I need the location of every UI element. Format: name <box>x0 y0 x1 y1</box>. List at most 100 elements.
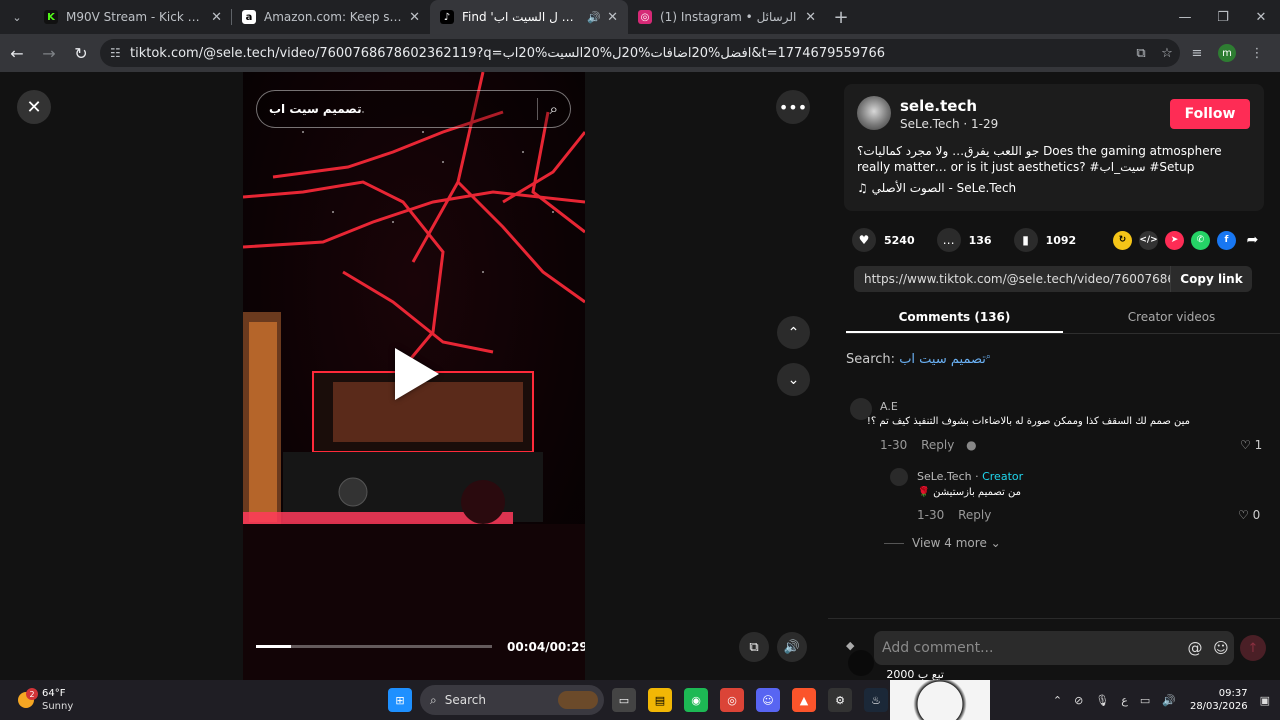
search-keyword[interactable]: تصميم سيت اب <box>899 352 986 367</box>
close-window-icon[interactable]: ✕ <box>1242 0 1280 34</box>
tab-creator-videos[interactable]: Creator videos <box>1063 302 1280 333</box>
speaker-icon[interactable]: 🔊 <box>587 11 601 24</box>
tab-kick[interactable]: K M90V Stream - Kick Dashboard ✕ <box>34 0 232 34</box>
share-row: ↻ </> ➤ ✆ f ➦ <box>1106 230 1262 250</box>
forward-icon[interactable]: → <box>34 38 64 68</box>
video-time: 00:04/00:29 <box>507 640 585 654</box>
comment-author[interactable]: SeLe.Tech · Creator <box>917 470 1023 483</box>
view-more-replies[interactable]: View 4 more ⌄ <box>884 536 1001 550</box>
search-icon[interactable]: ⌕ <box>550 100 558 118</box>
repost-icon[interactable]: ↻ <box>1113 230 1132 250</box>
emoji-icon[interactable]: ☺ <box>1208 639 1234 657</box>
weather-desc: Sunny <box>42 701 74 712</box>
url-text[interactable]: tiktok.com/@sele.tech/video/760076867860… <box>130 46 1128 61</box>
save-button[interactable]: ▮ 1092 <box>1013 228 1076 252</box>
music-link[interactable]: ♫ الصوت الأصلي - SeLe.Tech <box>857 181 1016 195</box>
video-progress-bar[interactable] <box>256 645 492 648</box>
address-bar[interactable]: ☷ tiktok.com/@sele.tech/video/7600768678… <box>100 39 1180 67</box>
bookmark-star-icon[interactable]: ☆ <box>1154 46 1180 61</box>
profile-avatar[interactable]: m <box>1218 44 1236 62</box>
video-progress-fill <box>256 645 292 648</box>
next-video-button[interactable]: ⌄ <box>777 363 810 396</box>
copy-link-button[interactable]: Copy link <box>1170 266 1252 292</box>
video-search-query[interactable]: تصميم سيت اب <box>269 102 537 116</box>
new-tab-button[interactable]: + <box>826 0 856 34</box>
volume-icon[interactable]: 🔊 <box>777 632 807 662</box>
video-player[interactable]: تصميم سيت اب ⌕ 00:04/00:29 <box>243 72 585 680</box>
floating-player-icon[interactable]: ⧉ <box>739 632 769 662</box>
install-app-icon[interactable]: ⧉ <box>1128 46 1154 61</box>
heart-icon: ♥ <box>852 228 876 252</box>
reply-button[interactable]: Reply <box>958 508 991 522</box>
previous-video-button[interactable]: ⌃ <box>777 316 810 349</box>
task-view-icon[interactable]: ▭ <box>612 688 636 712</box>
windows-start-icon[interactable]: ⊞ <box>388 688 412 712</box>
display-icon[interactable]: ▭ <box>1140 694 1150 707</box>
comment-like[interactable]: ♡ 1 <box>1240 438 1262 452</box>
comment-text: مين صمم لك السقف كذا وممكن صورة له بالاض… <box>866 416 1190 427</box>
mention-icon[interactable]: @ <box>1182 639 1208 657</box>
restore-icon[interactable]: ❐ <box>1204 0 1242 34</box>
tab-tiktok[interactable]: ♪ Find 'افضل اضافات ل السيت اب 🔊 ✕ <box>430 0 628 34</box>
liked-by-creator-icon: ● <box>966 438 977 452</box>
reply-button[interactable]: Reply <box>921 438 954 452</box>
tab-strip: ⌄ K M90V Stream - Kick Dashboard ✕ a Ama… <box>0 0 1280 34</box>
notification-icon[interactable]: ▣ <box>1260 694 1270 707</box>
back-icon[interactable]: ← <box>2 38 32 68</box>
avatar[interactable] <box>890 468 908 486</box>
follow-button[interactable]: Follow <box>1170 99 1250 129</box>
whatsapp-icon[interactable]: ✆ <box>1191 230 1210 250</box>
post-comment-button[interactable]: ↑ <box>1240 635 1266 661</box>
facebook-icon[interactable]: f <box>1217 230 1236 250</box>
send-icon[interactable]: ➤ <box>1165 230 1184 250</box>
comment-placeholder[interactable]: Add comment... <box>882 640 1182 656</box>
close-icon[interactable]: ✕ <box>607 10 618 25</box>
play-icon[interactable] <box>395 348 439 400</box>
brave-icon[interactable]: ▲ <box>792 688 816 712</box>
minimize-icon[interactable]: — <box>1166 0 1204 34</box>
close-video-button[interactable]: ✕ <box>17 90 51 124</box>
username[interactable]: sele.tech <box>900 97 977 115</box>
tab-instagram[interactable]: ◎ (1) Instagram • الرسائل ✕ <box>628 0 826 34</box>
tab-search-button[interactable]: ⌄ <box>0 0 34 34</box>
close-icon[interactable]: ✕ <box>409 10 420 25</box>
close-icon[interactable]: ✕ <box>805 10 816 25</box>
video-search-bar[interactable]: تصميم سيت اب ⌕ <box>256 90 571 128</box>
chrome-icon[interactable]: ◎ <box>720 688 744 712</box>
comment-date: 1-30 <box>880 438 908 452</box>
tray-overflow-icon[interactable]: ⌃ <box>1053 694 1062 707</box>
search-icon: ⌕ <box>430 692 437 707</box>
volume-icon[interactable]: 🔊 <box>1162 694 1176 707</box>
site-info-icon[interactable]: ☷ <box>110 46 130 60</box>
network-off-icon[interactable]: ⊘ <box>1074 694 1083 707</box>
chrome-menu-icon[interactable]: ⋮ <box>1242 38 1272 68</box>
more-options-button[interactable]: ••• <box>776 90 810 124</box>
file-explorer-icon[interactable]: ▤ <box>648 688 672 712</box>
embed-icon[interactable]: </> <box>1139 230 1158 250</box>
share-arrow-icon[interactable]: ➦ <box>1243 231 1262 250</box>
discord-icon[interactable]: ☺ <box>756 688 780 712</box>
close-icon[interactable]: ✕ <box>211 10 222 25</box>
tab-comments[interactable]: Comments (136) <box>846 302 1063 333</box>
comment-button[interactable]: … 136 <box>936 228 992 252</box>
like-button[interactable]: ♥ 5240 <box>852 228 915 252</box>
comment-like[interactable]: ♡ 0 <box>1238 508 1260 522</box>
comment-input[interactable]: Add comment... @ ☺ <box>874 631 1234 665</box>
clock[interactable]: 09:37 28/03/2026 <box>1190 687 1248 713</box>
video-link[interactable]: https://www.tiktok.com/@sele.tech/video/… <box>854 272 1170 286</box>
settings-gear-icon[interactable]: ⚙ <box>828 688 852 712</box>
language-indicator[interactable]: ع <box>1121 694 1128 707</box>
app-icon[interactable]: ◉ <box>684 688 708 712</box>
steam-icon[interactable]: ♨ <box>864 688 888 712</box>
panel-tabs: Comments (136) Creator videos <box>846 302 1280 334</box>
comment-author[interactable]: A.E <box>880 400 898 413</box>
media-controls-icon[interactable]: ≡ <box>1182 38 1212 68</box>
microphone-icon[interactable]: 🎙 <box>1095 694 1109 707</box>
weather-widget[interactable]: 2 64°F Sunny <box>18 686 98 714</box>
avatar[interactable] <box>857 96 891 130</box>
notification-badge: 2 <box>26 688 38 700</box>
search-suggestion[interactable]: Search: تصميم سيت اب⌕ <box>846 352 991 367</box>
tab-amazon[interactable]: a Amazon.com: Keep shopping fo ✕ <box>232 0 430 34</box>
taskbar-search[interactable]: ⌕ Search <box>420 685 604 715</box>
reload-icon[interactable]: ↻ <box>66 38 96 68</box>
